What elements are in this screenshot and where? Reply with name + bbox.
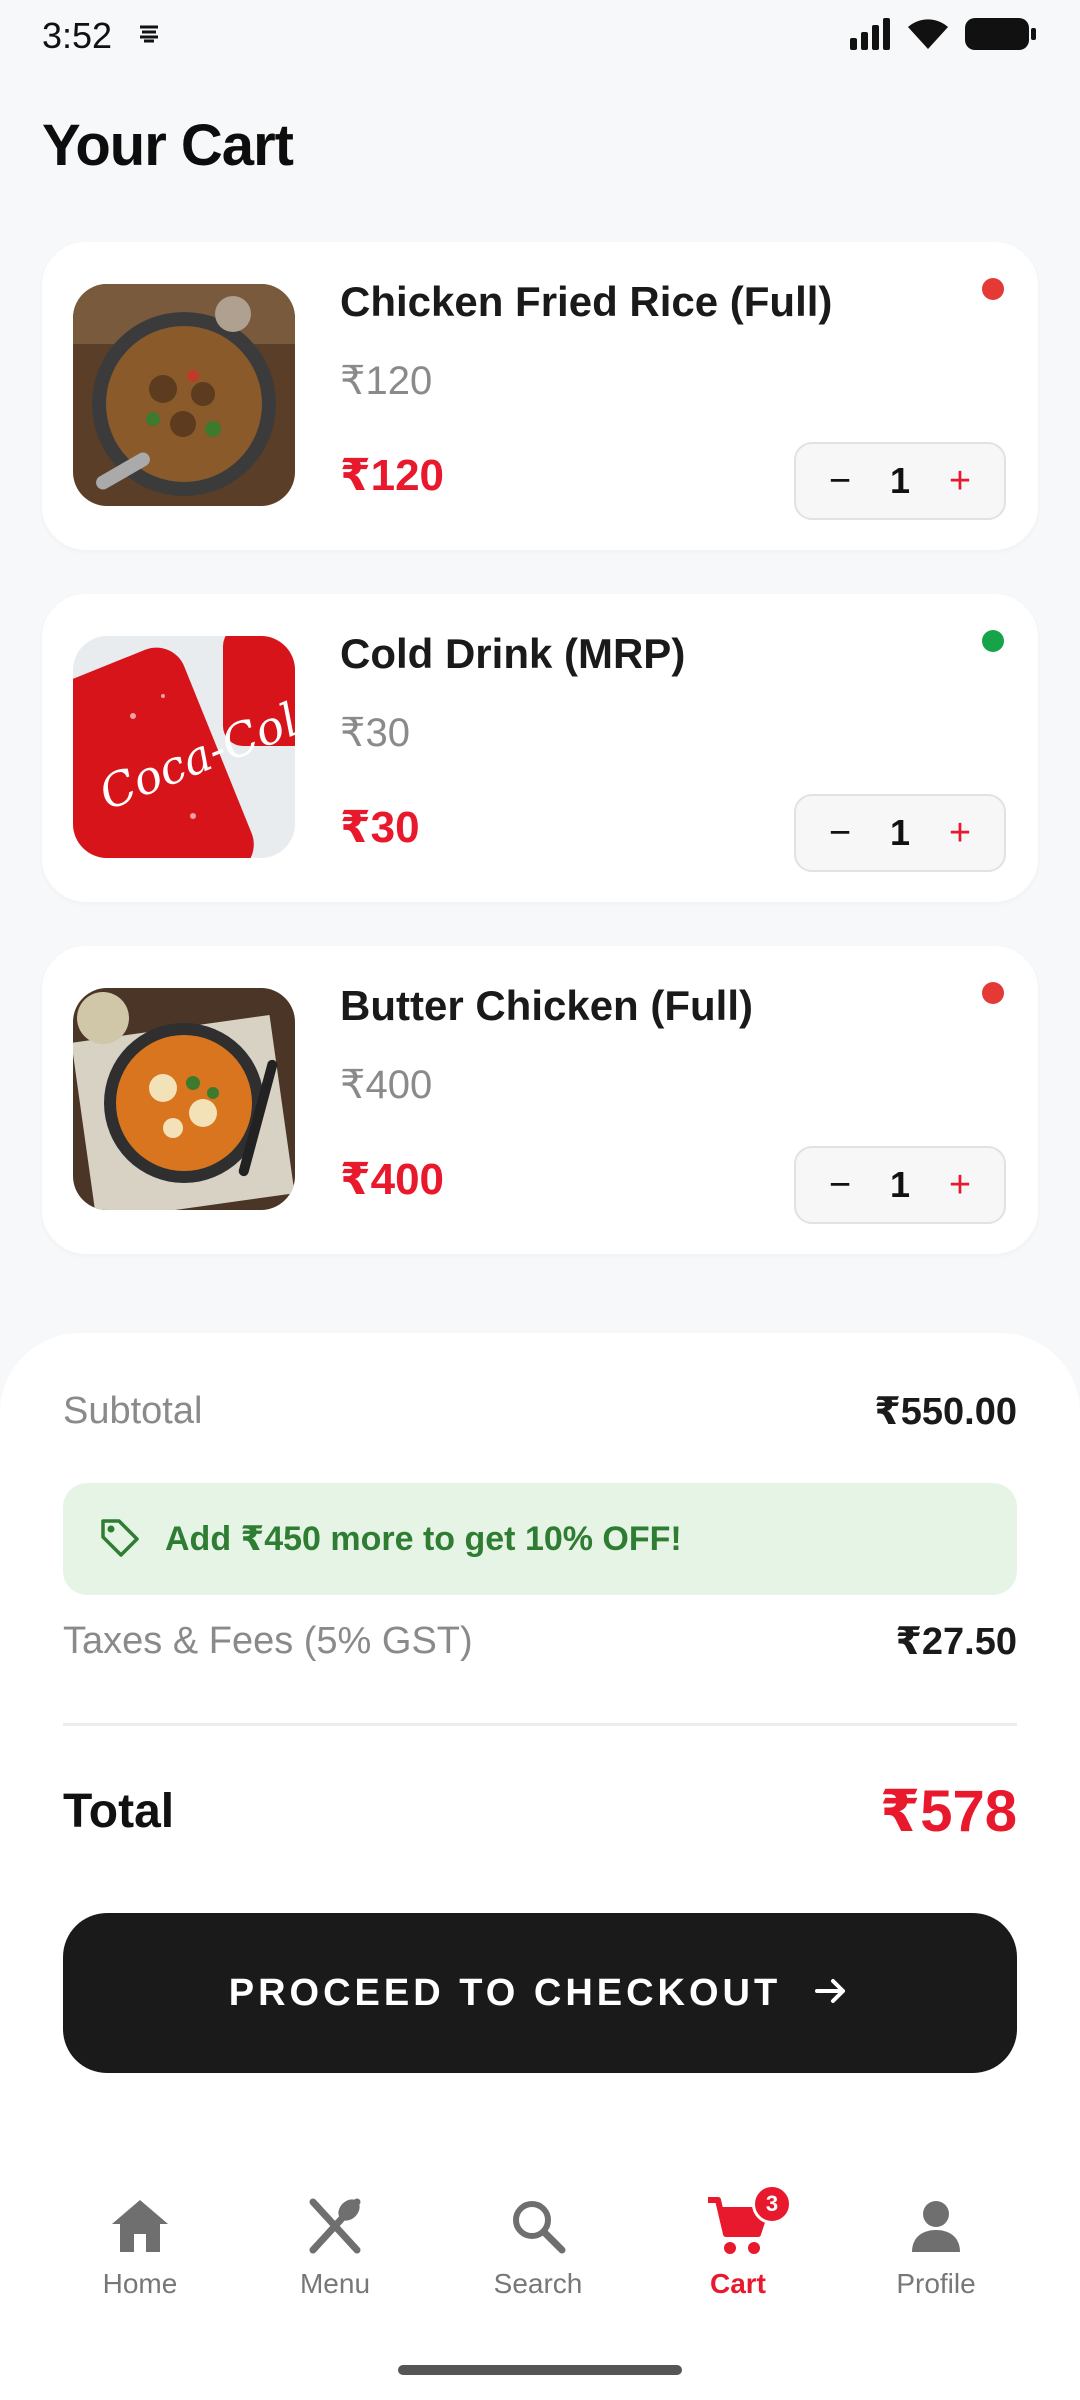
item-unit-price: ₹120	[340, 359, 433, 403]
butter-chicken-photo	[73, 988, 295, 1210]
status-time: 3:52	[42, 15, 113, 56]
quantity-value: 1	[889, 460, 911, 501]
item-total-price: ₹400	[340, 1155, 445, 1204]
bottom-nav: Home Menu Search 3 Cart Profile	[0, 2158, 1080, 2400]
item-unit-price: ₹30	[340, 711, 410, 755]
decrease-quantity-button[interactable]: −	[820, 1166, 860, 1204]
nav-item-menu[interactable]: Menu	[245, 2194, 425, 2300]
non-veg-indicator	[982, 278, 1004, 300]
cart-item: Chicken Fried Rice (Full) ₹120 ₹120 − 1 …	[42, 242, 1038, 550]
nav-label: Menu	[299, 2268, 371, 2299]
notification-icon	[138, 23, 160, 49]
total-row: Total ₹578	[63, 1777, 1017, 1845]
taxes-value: ₹27.50	[895, 1621, 1017, 1663]
cart-list: Chicken Fried Rice (Full) ₹120 ₹120 − 1 …	[42, 242, 1038, 1298]
item-total-price: ₹120	[340, 451, 445, 500]
increase-quantity-button[interactable]: +	[940, 462, 980, 500]
coca-cola-can-photo: Coca‑Cola	[73, 636, 295, 858]
signal-icon	[848, 17, 892, 55]
taxes-label: Taxes & Fees (5% GST)	[63, 1620, 473, 1662]
fried-rice-photo	[73, 284, 295, 506]
nav-label: Home	[102, 2268, 178, 2299]
wifi-icon	[906, 17, 950, 56]
status-bar: 3:52	[0, 0, 1080, 72]
subtotal-label: Subtotal	[63, 1390, 203, 1432]
item-unit-price: ₹400	[340, 1063, 433, 1107]
home-icon	[108, 2194, 172, 2258]
nav-label: Search	[493, 2268, 583, 2299]
utensils-icon	[303, 2194, 367, 2258]
nav-item-search[interactable]: Search	[448, 2194, 628, 2300]
item-name: Cold Drink (MRP)	[340, 630, 686, 677]
quantity-stepper: − 1 +	[794, 1146, 1006, 1224]
nav-item-home[interactable]: Home	[50, 2194, 230, 2300]
taxes-row: Taxes & Fees (5% GST) ₹27.50	[63, 1619, 1017, 1664]
quantity-value: 1	[889, 1164, 911, 1205]
quantity-value: 1	[889, 812, 911, 853]
cart-icon: 3	[706, 2184, 792, 2258]
page-title: Your Cart	[42, 113, 294, 178]
item-name: Chicken Fried Rice (Full)	[340, 278, 833, 325]
proceed-to-checkout-button[interactable]: PROCEED TO CHECKOUT	[63, 1913, 1017, 2073]
status-icons	[848, 17, 1038, 56]
battery-icon	[964, 17, 1038, 56]
order-summary-sheet: Subtotal ₹550.00 Add ₹450 more to get 10…	[0, 1333, 1080, 2163]
nav-item-cart[interactable]: 3 Cart	[648, 2184, 828, 2300]
tag-icon	[97, 1515, 141, 1564]
nav-label: Cart	[709, 2268, 766, 2299]
total-value: ₹578	[879, 1779, 1017, 1844]
total-label: Total	[63, 1784, 175, 1838]
divider	[63, 1723, 1017, 1726]
search-icon	[506, 2194, 570, 2258]
increase-quantity-button[interactable]: +	[940, 814, 980, 852]
veg-indicator	[982, 630, 1004, 652]
decrease-quantity-button[interactable]: −	[820, 814, 860, 852]
nav-item-profile[interactable]: Profile	[846, 2194, 1026, 2300]
person-icon	[904, 2194, 968, 2258]
quantity-stepper: − 1 +	[794, 794, 1006, 872]
promo-text: Add ₹450 more to get 10% OFF!	[165, 1520, 682, 1558]
status-time-group: 3:52	[42, 15, 160, 57]
decrease-quantity-button[interactable]: −	[820, 462, 860, 500]
subtotal-row: Subtotal ₹550.00	[63, 1389, 1017, 1434]
increase-quantity-button[interactable]: +	[940, 1166, 980, 1204]
item-total-price: ₹30	[340, 803, 420, 852]
cart-count-badge: 3	[752, 2184, 792, 2224]
non-veg-indicator	[982, 982, 1004, 1004]
item-name: Butter Chicken (Full)	[340, 982, 754, 1029]
checkout-label: PROCEED TO CHECKOUT	[228, 1971, 782, 2014]
promo-banner: Add ₹450 more to get 10% OFF!	[63, 1483, 1017, 1595]
nav-label: Profile	[896, 2268, 976, 2299]
arrow-right-icon	[811, 1971, 851, 2016]
subtotal-value: ₹550.00	[874, 1391, 1017, 1433]
home-indicator[interactable]	[398, 2365, 682, 2375]
quantity-stepper: − 1 +	[794, 442, 1006, 520]
cart-item: Butter Chicken (Full) ₹400 ₹400 − 1 +	[42, 946, 1038, 1254]
cart-item: Coca‑Cola Cold Drink (MRP) ₹30 ₹30 − 1 +	[42, 594, 1038, 902]
